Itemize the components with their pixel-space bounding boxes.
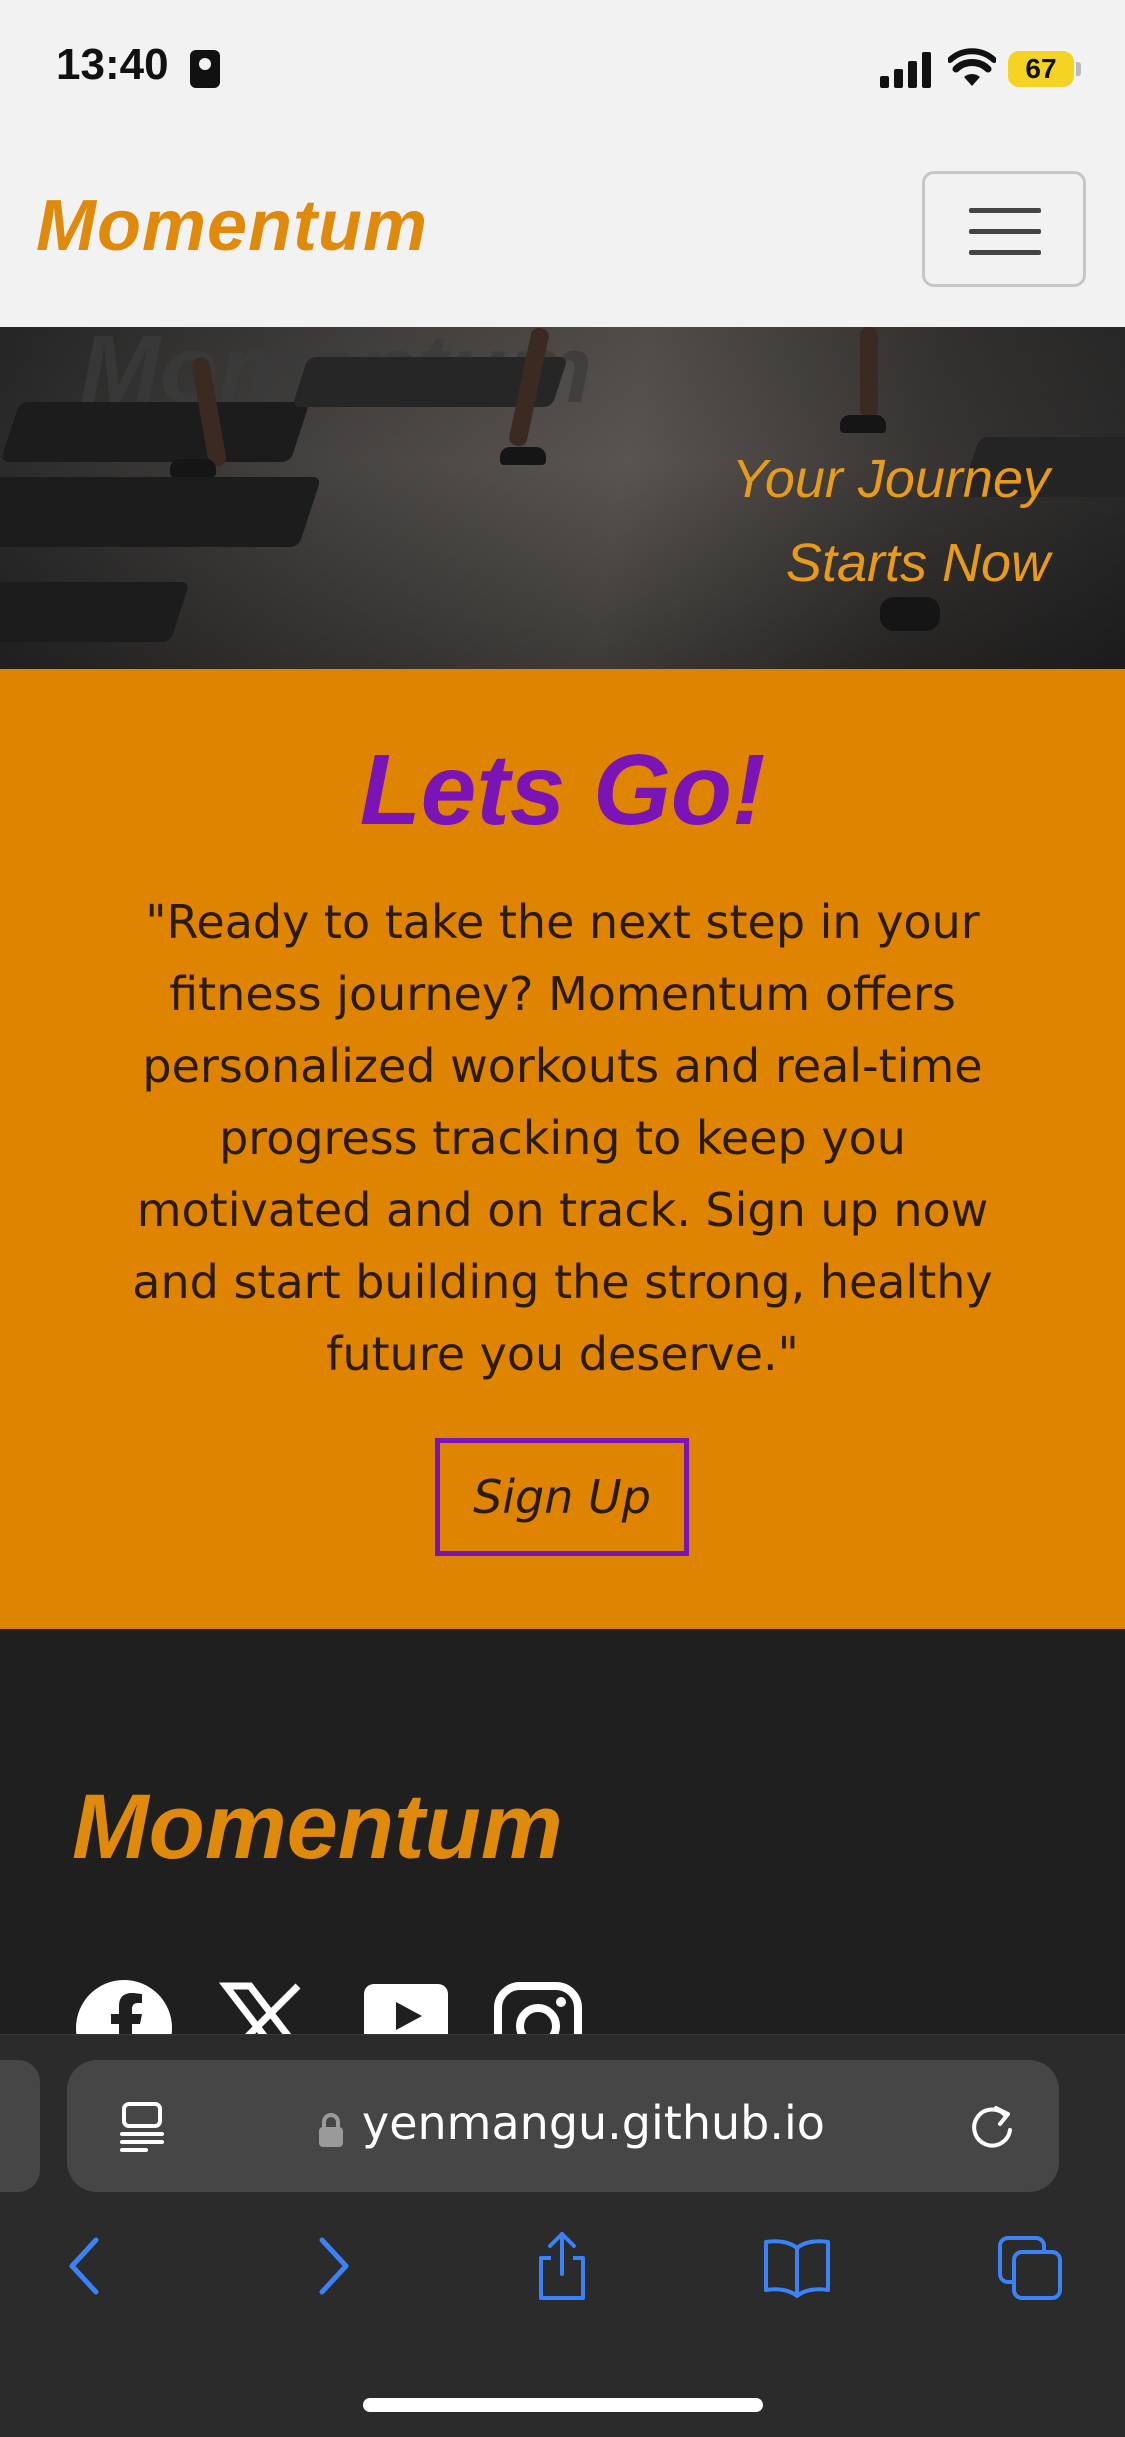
status-time: 13:40 [56, 40, 169, 89]
battery-indicator: 67 [1008, 51, 1074, 87]
hero-tagline-line-1: Your Journey [731, 449, 1050, 509]
forward-icon[interactable] [296, 2230, 366, 2302]
runner-leg [860, 327, 878, 417]
tabs-icon[interactable] [996, 2230, 1066, 2302]
share-icon[interactable] [527, 2230, 597, 2302]
cellular-signal-icon [880, 52, 931, 88]
menu-toggle-button[interactable] [922, 171, 1086, 287]
runner-shoe [840, 415, 886, 433]
footer-brand[interactable]: Momentum [72, 1775, 563, 1880]
home-indicator[interactable] [363, 2398, 763, 2412]
hamburger-icon-line [969, 250, 1041, 255]
hamburger-icon-line [969, 208, 1041, 213]
hamburger-icon-line [969, 229, 1041, 234]
treadmill-shape [0, 582, 190, 642]
hero-tagline: Your Journey Starts Now [732, 437, 1050, 605]
battery-cap [1076, 62, 1081, 76]
page-menu-icon[interactable] [118, 2100, 166, 2152]
treadmill-shape [0, 402, 310, 462]
cta-description: "Ready to take the next step in your fit… [132, 895, 993, 1381]
facebook-icon[interactable] [74, 1978, 174, 2038]
x-icon[interactable] [214, 1978, 314, 2038]
url-text[interactable]: yenmangu.github.io [362, 2096, 825, 2150]
hero-tagline-line-2: Starts Now [785, 533, 1050, 593]
contact-card-icon [190, 50, 220, 88]
previous-tab-preview[interactable] [0, 2060, 40, 2192]
instagram-icon[interactable] [488, 1978, 588, 2038]
treadmill-shape [0, 477, 322, 547]
runner-shoe [170, 459, 216, 477]
lock-icon [319, 2113, 343, 2147]
back-icon[interactable] [52, 2230, 122, 2302]
youtube-icon[interactable] [356, 1978, 456, 2038]
reload-icon[interactable] [966, 2100, 1018, 2152]
navbar-brand[interactable]: Momentum [36, 185, 428, 267]
runner-shoe [500, 447, 546, 465]
hero-banner-image: Momentum Your Journey Starts Now [0, 327, 1125, 669]
sign-up-button[interactable]: Sign Up [435, 1438, 689, 1556]
cta-title: Lets Go! [359, 734, 766, 846]
bookmarks-icon[interactable] [762, 2230, 832, 2302]
wifi-icon [948, 48, 996, 86]
